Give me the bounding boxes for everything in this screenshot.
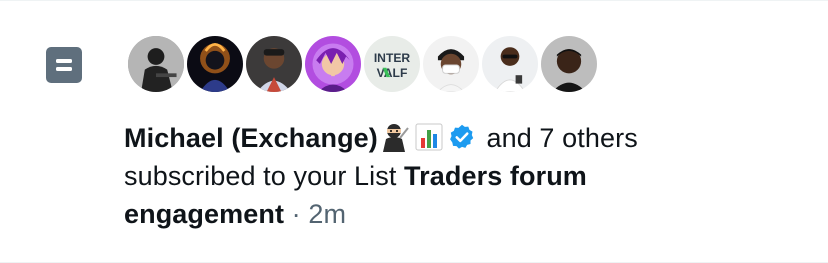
svg-text:INTER: INTER [374,51,411,65]
others-text[interactable]: and 7 others [486,123,637,153]
avatar[interactable] [421,34,481,94]
svg-text:VALF: VALF [377,66,408,80]
avatar[interactable] [539,34,599,94]
list-icon [46,47,82,83]
separator: · [291,199,301,229]
action-text: subscribed to your List [124,161,397,191]
actor-name[interactable]: Michael (Exchange) [124,123,378,153]
avatar-group: INTER VALF [126,34,599,94]
ninja-emoji [378,122,410,152]
avatar[interactable] [185,34,245,94]
notification-text: Michael (Exchange) and 7 others subscrib… [124,119,744,233]
bar-chart-emoji [414,122,446,152]
verified-badge-icon[interactable] [448,123,476,151]
avatar[interactable]: INTER VALF [362,34,422,94]
avatar[interactable] [126,34,186,94]
avatar[interactable] [480,34,540,94]
avatar[interactable] [244,34,304,94]
notification-item[interactable]: INTER VALF Michael (Exchange) and 7 othe… [0,0,828,263]
timestamp: 2m [308,199,347,229]
avatar[interactable] [303,34,363,94]
